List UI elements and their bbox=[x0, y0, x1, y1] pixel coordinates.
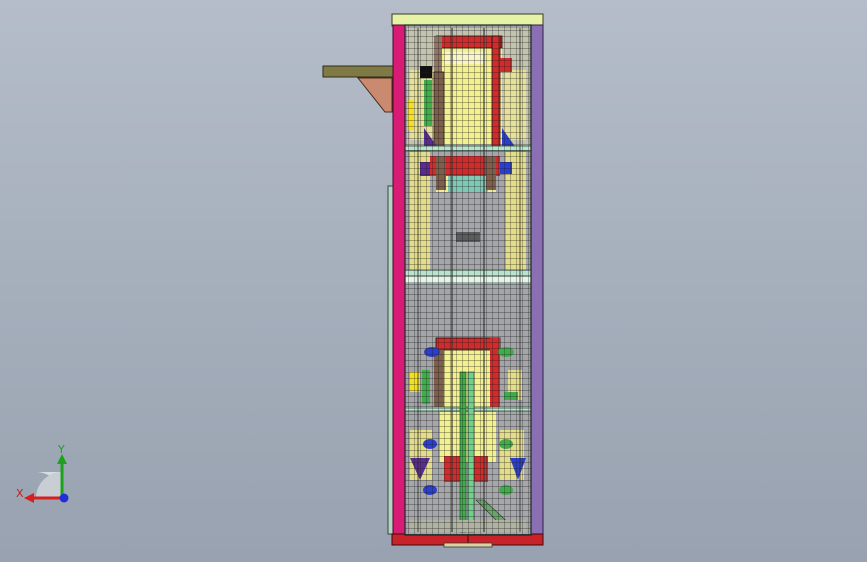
axis-triad bbox=[24, 454, 69, 503]
frame-post-left bbox=[392, 24, 406, 536]
cad-graphics-area[interactable]: X Y bbox=[0, 0, 867, 562]
top-cap bbox=[391, 13, 544, 27]
cabinet-front-view[interactable] bbox=[0, 0, 867, 562]
frame-post-right bbox=[530, 24, 544, 536]
axis-y-label: Y bbox=[58, 443, 65, 456]
axis-x-label: X bbox=[16, 487, 24, 500]
mounting-arm bbox=[322, 65, 394, 113]
base-plate bbox=[391, 533, 544, 548]
wire-mesh-guard bbox=[405, 25, 531, 535]
